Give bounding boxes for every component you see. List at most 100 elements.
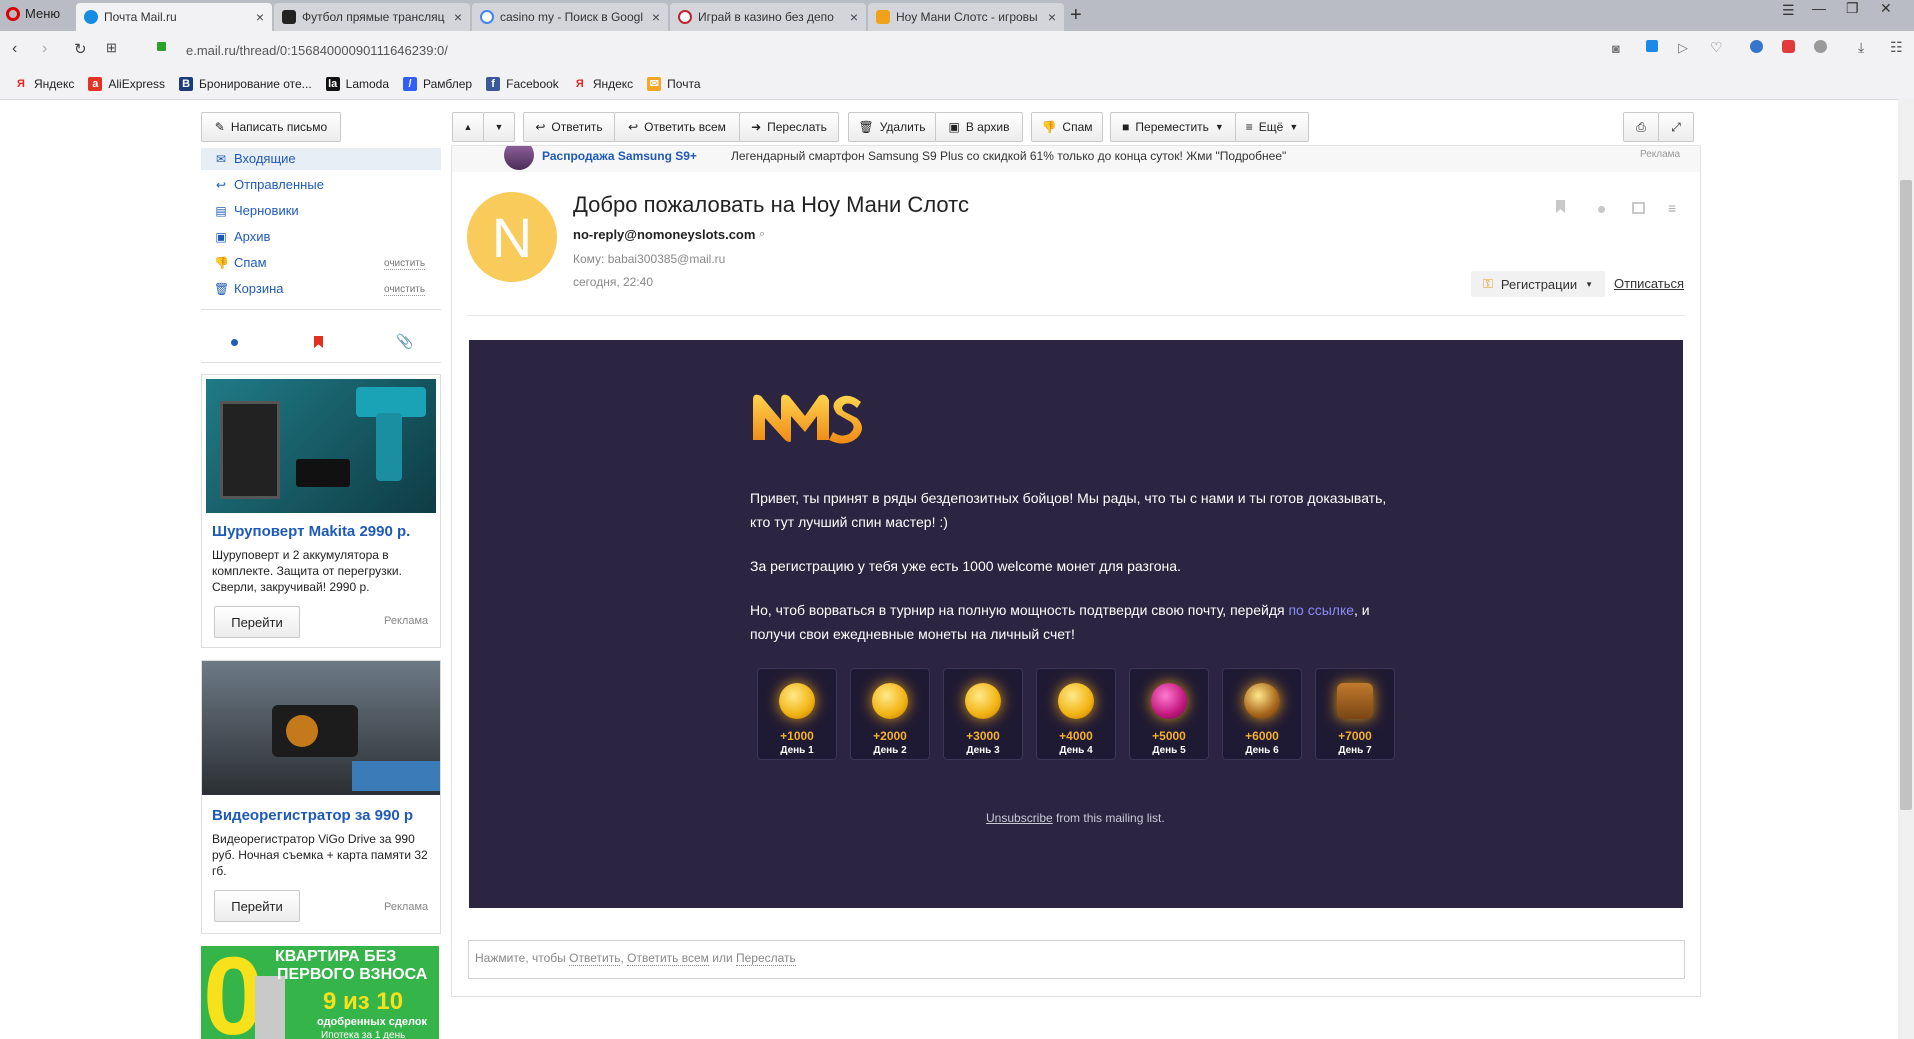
ad-card-dashcam[interactable]: Видеорегистратор за 990 р Видеорегистрат… xyxy=(201,660,441,934)
reward-day-card: +4000 День 4 xyxy=(1036,668,1116,760)
flagged-filter-icon[interactable] xyxy=(314,336,323,348)
expand-button[interactable]: ⤢ xyxy=(1658,112,1694,142)
clean-spam-link[interactable]: очистить xyxy=(384,258,426,270)
folder-sent[interactable]: ↩ Отправленные xyxy=(214,177,324,192)
browser-menu-button[interactable]: Меню xyxy=(6,6,60,21)
compose-button[interactable]: ✎ Написать письмо xyxy=(201,112,341,142)
bookmark-yandex[interactable]: Я Яндекс xyxy=(14,77,74,91)
coin-pile-icon xyxy=(1058,683,1094,719)
previous-message-button[interactable]: ▲ xyxy=(452,112,484,142)
bookmark-rambler[interactable]: / Рамблер xyxy=(403,77,472,91)
close-tab-icon[interactable]: × xyxy=(448,9,462,25)
archive-icon: ▣ xyxy=(215,229,227,244)
confirm-link[interactable]: по ссылке xyxy=(1288,602,1354,618)
download-icon[interactable]: ⤓ xyxy=(1858,39,1864,56)
folder-trash[interactable]: 🗑 Корзина xyxy=(214,281,284,296)
ad-go-button[interactable]: Перейти xyxy=(214,606,300,638)
folder-drafts[interactable]: ▤ Черновики xyxy=(214,203,298,218)
attachment-filter-icon[interactable]: 📎 xyxy=(396,333,413,350)
close-window-icon[interactable]: ✕ xyxy=(1880,0,1892,17)
reward-day-card: +3000 День 3 xyxy=(943,668,1023,760)
arrow-up-icon: ▲ xyxy=(463,122,473,132)
secure-lock-icon xyxy=(157,42,166,51)
bookmark-booking[interactable]: B Бронирование оте... xyxy=(179,77,312,91)
quick-reply-all-link[interactable]: Ответить всем xyxy=(627,951,709,966)
close-tab-icon[interactable]: × xyxy=(1042,9,1056,25)
ad-banner-apartment[interactable]: 0 КВАРТИРА БЕЗ ПЕРВОГО ВЗНОСА 9 из 10 од… xyxy=(201,946,439,1039)
extension-icon[interactable] xyxy=(1750,40,1763,53)
close-tab-icon[interactable]: × xyxy=(844,9,858,25)
sender-avatar: N xyxy=(467,192,557,282)
clean-trash-link[interactable]: очистить xyxy=(384,284,426,296)
tab-casino[interactable]: Играй в казино без депо × xyxy=(670,3,866,31)
coin-stack-icon xyxy=(872,683,908,719)
back-icon[interactable]: ‹ xyxy=(12,40,17,58)
read-status-icon[interactable] xyxy=(1598,206,1605,213)
send-icon[interactable]: ▷ xyxy=(1678,40,1688,56)
heart-icon[interactable]: ♡ xyxy=(1710,39,1723,56)
minimize-window-icon[interactable]: — xyxy=(1812,0,1826,16)
quick-reply-box[interactable]: Нажмите, чтобы Ответить, Ответить всем и… xyxy=(468,940,1685,979)
bookmarks-bar: Я Яндекс a AliExpress B Бронирование оте...… xyxy=(0,69,1914,100)
reply-all-button[interactable]: ↩ Ответить всем xyxy=(614,112,740,142)
delete-button[interactable]: 🗑 Удалить xyxy=(848,112,936,142)
nms-favicon-icon xyxy=(876,10,890,24)
divider xyxy=(201,362,441,363)
spam-button[interactable]: 👎 Спам xyxy=(1031,112,1103,142)
tab-menu-icon[interactable]: ☰ xyxy=(1782,2,1795,19)
move-button[interactable]: ■ Переместить ▼ xyxy=(1110,112,1236,142)
bookmark-facebook[interactable]: f Facebook xyxy=(486,77,559,91)
email-unsubscribe-link[interactable]: Unsubscribe xyxy=(986,811,1053,825)
address-bar-row: ‹ › ↻ ⊞ e.mail.ru/thread/0:1568400009011… xyxy=(0,31,1914,69)
close-tab-icon[interactable]: × xyxy=(250,9,264,25)
reward-day-card: +2000 День 2 xyxy=(850,668,930,760)
calendar-icon[interactable] xyxy=(1632,202,1645,214)
lamoda-icon: la xyxy=(325,77,340,91)
forward-icon[interactable]: › xyxy=(42,40,47,58)
tab-mail[interactable]: Почта Mail.ru × xyxy=(76,3,272,31)
unread-filter-icon[interactable] xyxy=(231,339,238,346)
archive-button[interactable]: ▣ В архив xyxy=(935,112,1023,142)
settings-sliders-icon[interactable]: ☷ xyxy=(1890,39,1903,56)
url-field[interactable]: e.mail.ru/thread/0:15684000090111646239:… xyxy=(186,43,448,58)
promo-title[interactable]: Распродажа Samsung S9+ xyxy=(542,149,697,163)
tab-google[interactable]: casino my - Поиск в Googl × xyxy=(472,3,668,31)
maximize-window-icon[interactable]: ❐ xyxy=(1846,0,1859,17)
ad-go-button[interactable]: Перейти xyxy=(214,890,300,922)
tab-nomoney[interactable]: Ноу Мани Слотс - игровы × xyxy=(868,3,1064,31)
sender-search-icon[interactable]: ⌕ xyxy=(759,228,765,241)
close-tab-icon[interactable]: × xyxy=(646,9,660,25)
message-menu-icon[interactable]: ≡ xyxy=(1668,200,1676,216)
folder-inbox[interactable]: ✉ Входящие xyxy=(214,151,296,166)
quick-forward-link[interactable]: Переслать xyxy=(736,951,796,966)
category-dropdown[interactable]: ⚿ Регистрации ▼ xyxy=(1471,271,1605,297)
print-icon: ⎙ xyxy=(1636,119,1646,134)
ad-title[interactable]: Шуруповерт Makita 2990 р. xyxy=(212,523,410,540)
ad-title[interactable]: Видеорегистратор за 990 р xyxy=(212,807,413,824)
new-tab-button[interactable]: + xyxy=(1070,4,1082,27)
bookmark-lamoda[interactable]: la Lamoda xyxy=(325,77,389,91)
bookmark-aliexpress[interactable]: a AliExpress xyxy=(88,77,165,91)
bookmark-yandex-2[interactable]: Я Яндекс xyxy=(573,77,633,91)
bookmark-mail[interactable]: ✉ Почта xyxy=(647,77,701,91)
extension-icon[interactable] xyxy=(1814,40,1827,53)
folder-spam[interactable]: 👎 Спам xyxy=(214,255,267,270)
promo-strip[interactable]: Распродажа Samsung S9+ Легендарный смарт… xyxy=(452,146,1700,172)
quick-reply-link[interactable]: Ответить xyxy=(569,951,621,966)
folder-archive[interactable]: ▣ Архив xyxy=(214,229,270,244)
unsubscribe-link[interactable]: Отписаться xyxy=(1614,276,1684,291)
print-button[interactable]: ⎙ xyxy=(1623,112,1659,142)
next-message-button[interactable]: ▼ xyxy=(483,112,515,142)
page-scrollbar-thumb[interactable] xyxy=(1900,180,1912,810)
sender-email[interactable]: no-reply@nomoneyslots.com xyxy=(573,227,755,242)
vpn-icon[interactable] xyxy=(1646,40,1658,52)
forward-button[interactable]: ➜ Переслать xyxy=(739,112,839,142)
tab-football[interactable]: Футбол прямые трансляц × xyxy=(274,3,470,31)
more-button[interactable]: ≡ Ещё ▼ xyxy=(1235,112,1309,142)
reload-icon[interactable]: ↻ xyxy=(74,40,87,58)
extension-icon[interactable] xyxy=(1782,40,1795,53)
reply-button[interactable]: ↩ Ответить xyxy=(523,112,615,142)
speed-dial-icon[interactable]: ⊞ xyxy=(106,40,117,56)
ad-card-makita[interactable]: Шуруповерт Makita 2990 р. Шуруповерт и 2… xyxy=(201,374,441,648)
snapshot-icon[interactable]: ◙ xyxy=(1612,41,1620,56)
